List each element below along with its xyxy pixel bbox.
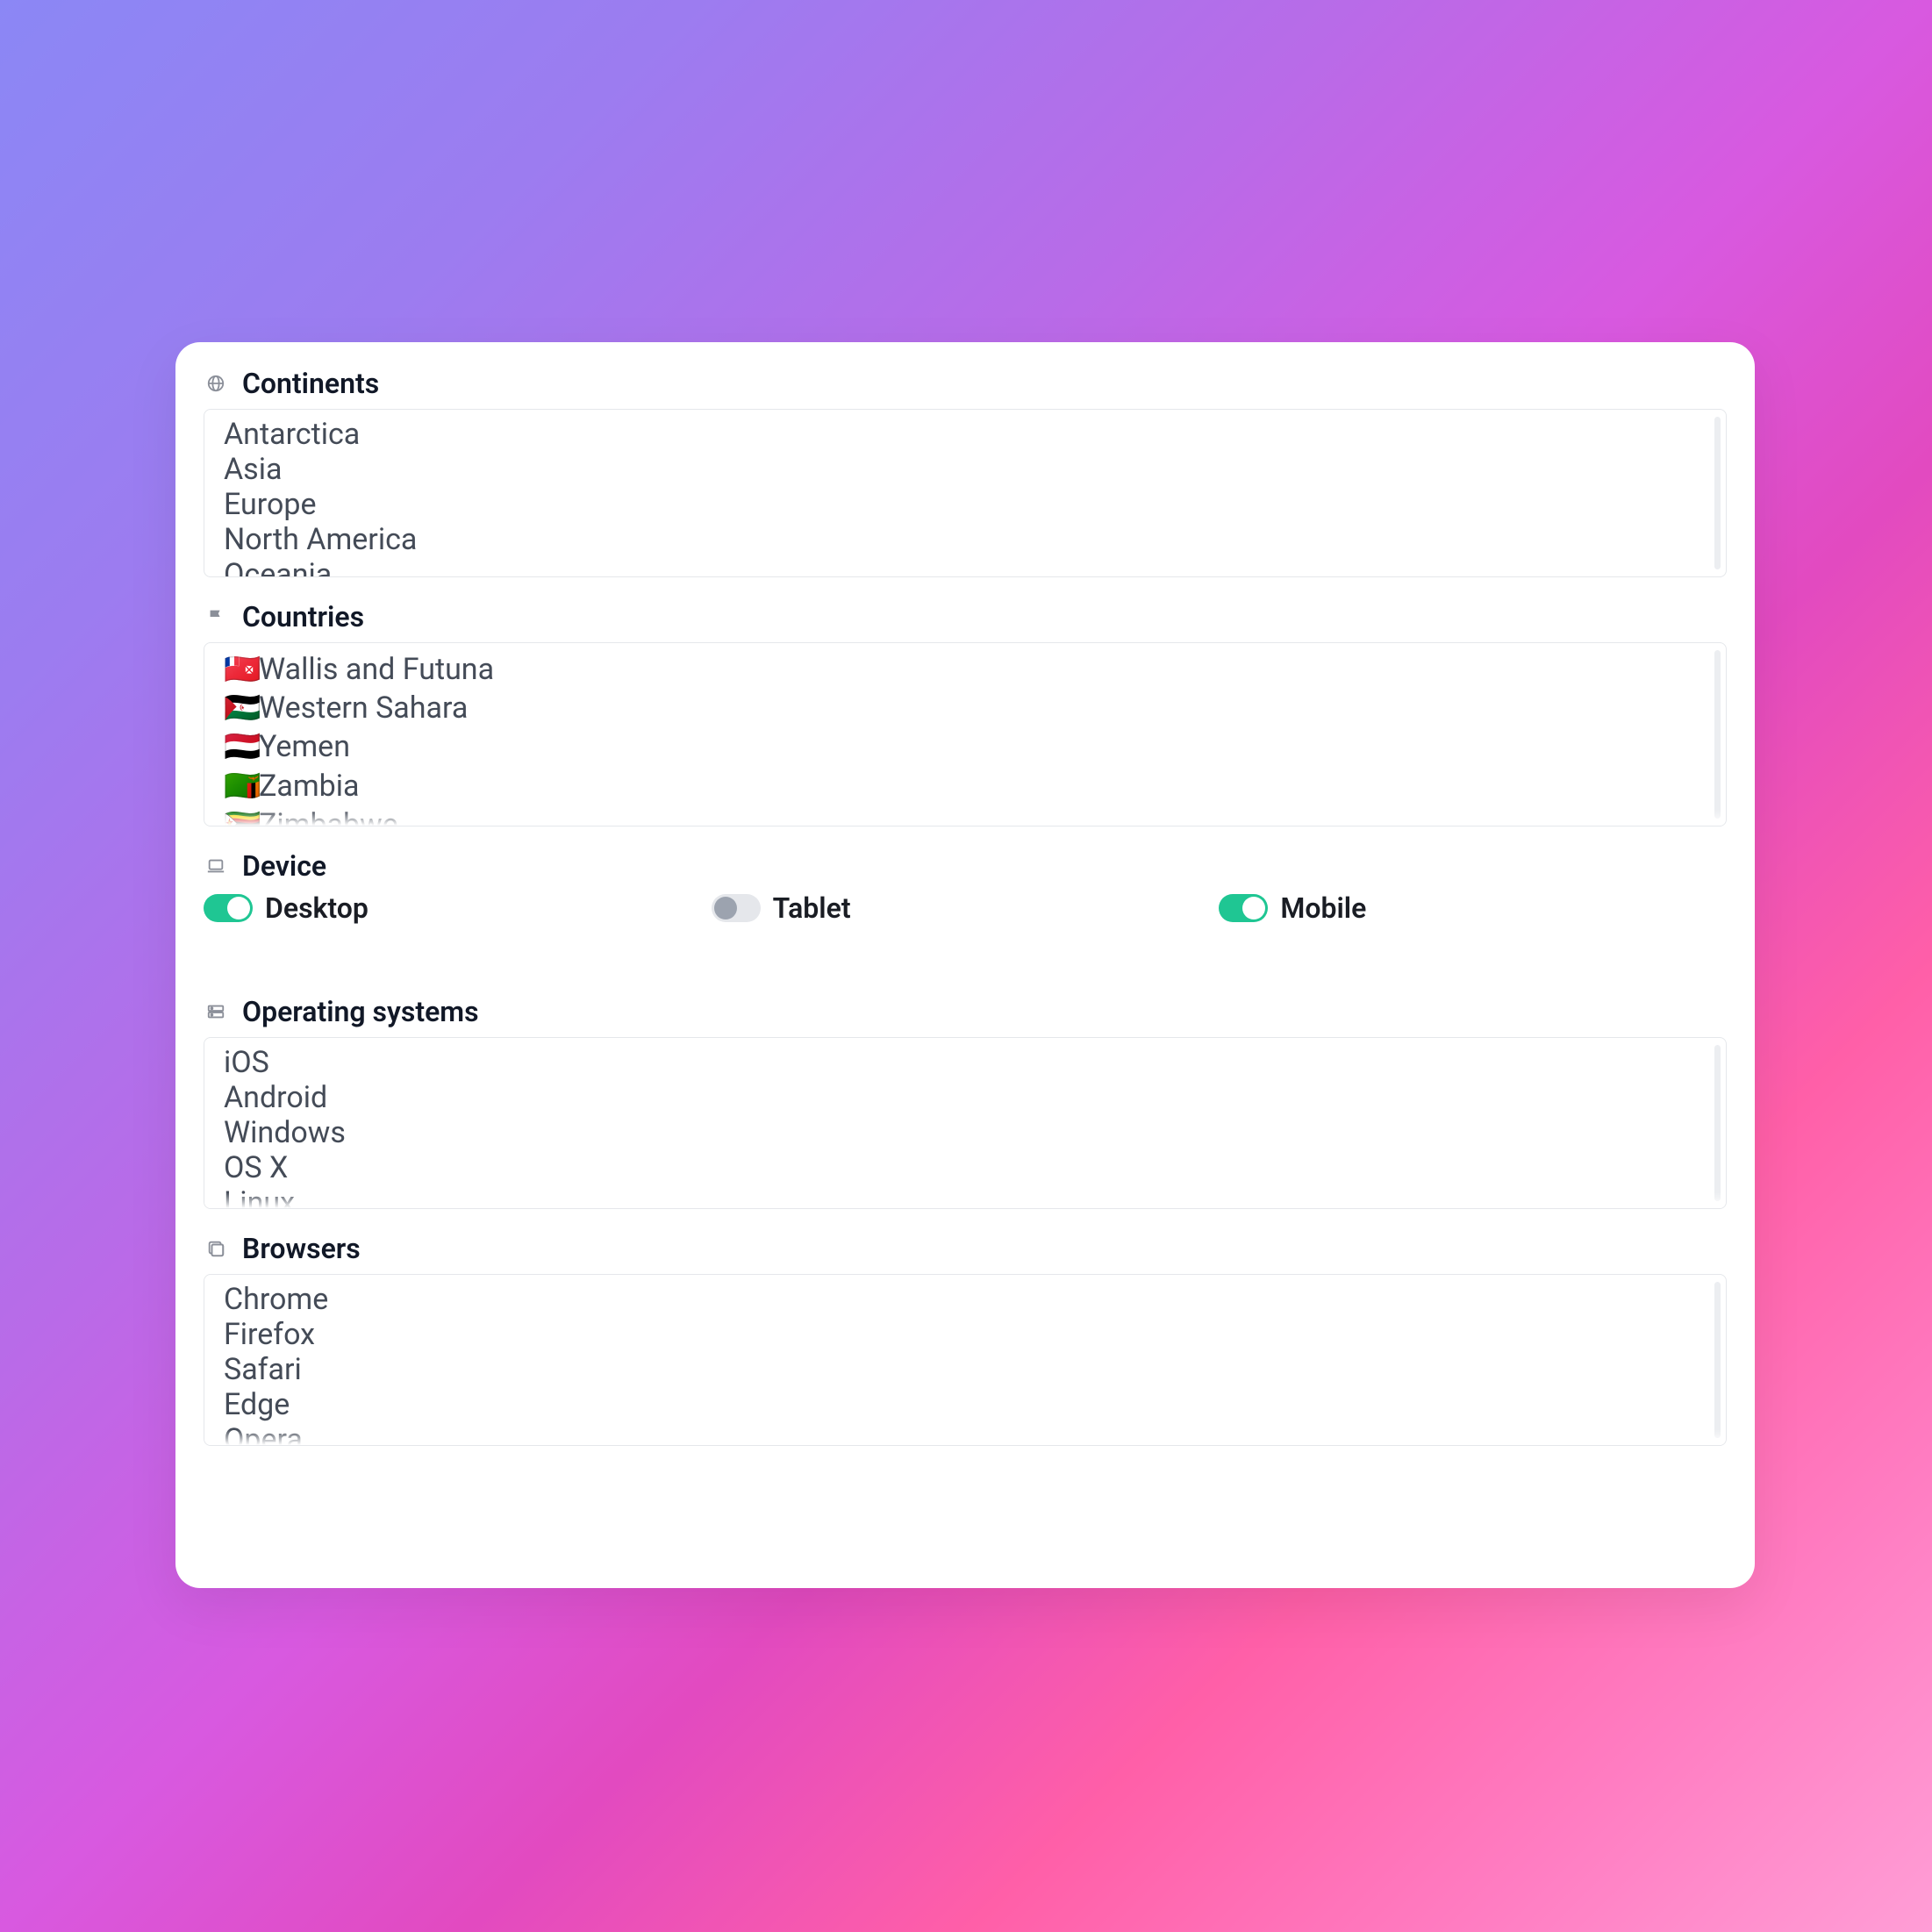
toggle-mobile: Mobile bbox=[1219, 891, 1727, 925]
list-item[interactable]: Linux bbox=[224, 1185, 1707, 1209]
country-flag: 🇿🇲 bbox=[224, 767, 250, 805]
toggle-tablet: Tablet bbox=[712, 891, 1220, 925]
list-item[interactable]: iOS bbox=[224, 1045, 1707, 1080]
list-item[interactable]: Opera bbox=[224, 1422, 1707, 1446]
list-item[interactable]: Asia bbox=[224, 452, 1707, 487]
browsers-header: Browsers bbox=[204, 1232, 1727, 1265]
mobile-toggle[interactable] bbox=[1219, 894, 1268, 922]
list-item[interactable]: North America bbox=[224, 522, 1707, 557]
continents-title: Continents bbox=[242, 367, 379, 400]
device-section: Device Desktop Tablet Mobile bbox=[204, 849, 1727, 925]
globe-icon bbox=[204, 374, 228, 393]
country-flag: 🇼🇫 bbox=[224, 650, 250, 689]
scrollbar[interactable] bbox=[1714, 650, 1721, 819]
toggle-label: Mobile bbox=[1280, 891, 1366, 925]
device-header: Device bbox=[204, 849, 1727, 883]
continents-listbox[interactable]: Antarctica Asia Europe North America Oce… bbox=[204, 409, 1727, 577]
list-item[interactable]: Europe bbox=[224, 487, 1707, 522]
list-item[interactable]: 🇿🇲 Zambia bbox=[224, 767, 1707, 805]
countries-header: Countries bbox=[204, 600, 1727, 633]
desktop-toggle[interactable] bbox=[204, 894, 253, 922]
country-name: Western Sahara bbox=[259, 689, 468, 727]
country-name: Zimbabwe bbox=[259, 805, 398, 826]
list-item[interactable]: Chrome bbox=[224, 1282, 1707, 1317]
country-name: Zambia bbox=[259, 767, 360, 805]
countries-listbox[interactable]: 🇼🇫 Wallis and Futuna 🇪🇭 Western Sahara 🇾… bbox=[204, 642, 1727, 826]
os-section: Operating systems iOS Android Windows OS… bbox=[204, 995, 1727, 1209]
list-item[interactable]: OS X bbox=[224, 1150, 1707, 1185]
server-icon bbox=[204, 1002, 228, 1021]
toggle-desktop: Desktop bbox=[204, 891, 712, 925]
country-name: Yemen bbox=[259, 727, 350, 766]
settings-card: Continents Antarctica Asia Europe North … bbox=[175, 342, 1755, 1588]
country-flag: 🇪🇭 bbox=[224, 689, 250, 727]
list-item[interactable]: Android bbox=[224, 1080, 1707, 1115]
scrollbar[interactable] bbox=[1714, 1045, 1721, 1201]
windows-icon bbox=[204, 1239, 228, 1258]
device-toggles: Desktop Tablet Mobile bbox=[204, 891, 1727, 925]
list-item[interactable]: Oceania bbox=[224, 557, 1707, 577]
browsers-section: Browsers Chrome Firefox Safari Edge Oper… bbox=[204, 1232, 1727, 1446]
browsers-title: Browsers bbox=[242, 1232, 361, 1265]
list-item[interactable]: Windows bbox=[224, 1115, 1707, 1150]
list-item[interactable]: 🇾🇪 Yemen bbox=[224, 727, 1707, 766]
continents-header: Continents bbox=[204, 367, 1727, 400]
countries-title: Countries bbox=[242, 600, 364, 633]
os-header: Operating systems bbox=[204, 995, 1727, 1028]
toggle-label: Tablet bbox=[773, 891, 851, 925]
list-item[interactable]: Firefox bbox=[224, 1317, 1707, 1352]
country-flag: 🇾🇪 bbox=[224, 727, 250, 766]
list-item[interactable]: Antarctica bbox=[224, 417, 1707, 452]
browsers-listbox[interactable]: Chrome Firefox Safari Edge Opera bbox=[204, 1274, 1727, 1446]
list-item[interactable]: 🇪🇭 Western Sahara bbox=[224, 689, 1707, 727]
country-flag: 🇿🇼 bbox=[224, 805, 250, 826]
list-item[interactable]: 🇼🇫 Wallis and Futuna bbox=[224, 650, 1707, 689]
tablet-toggle[interactable] bbox=[712, 894, 761, 922]
scrollbar[interactable] bbox=[1714, 1282, 1721, 1438]
list-item[interactable]: Edge bbox=[224, 1387, 1707, 1422]
list-item[interactable]: Safari bbox=[224, 1352, 1707, 1387]
laptop-icon bbox=[204, 856, 228, 876]
device-title: Device bbox=[242, 849, 326, 883]
os-title: Operating systems bbox=[242, 995, 479, 1028]
os-listbox[interactable]: iOS Android Windows OS X Linux bbox=[204, 1037, 1727, 1209]
list-item[interactable]: 🇿🇼 Zimbabwe bbox=[224, 805, 1707, 826]
toggle-label: Desktop bbox=[265, 891, 369, 925]
countries-section: Countries 🇼🇫 Wallis and Futuna 🇪🇭 Wester… bbox=[204, 600, 1727, 826]
country-name: Wallis and Futuna bbox=[259, 650, 494, 689]
flag-icon bbox=[204, 607, 228, 626]
continents-section: Continents Antarctica Asia Europe North … bbox=[204, 367, 1727, 577]
scrollbar[interactable] bbox=[1714, 417, 1721, 569]
